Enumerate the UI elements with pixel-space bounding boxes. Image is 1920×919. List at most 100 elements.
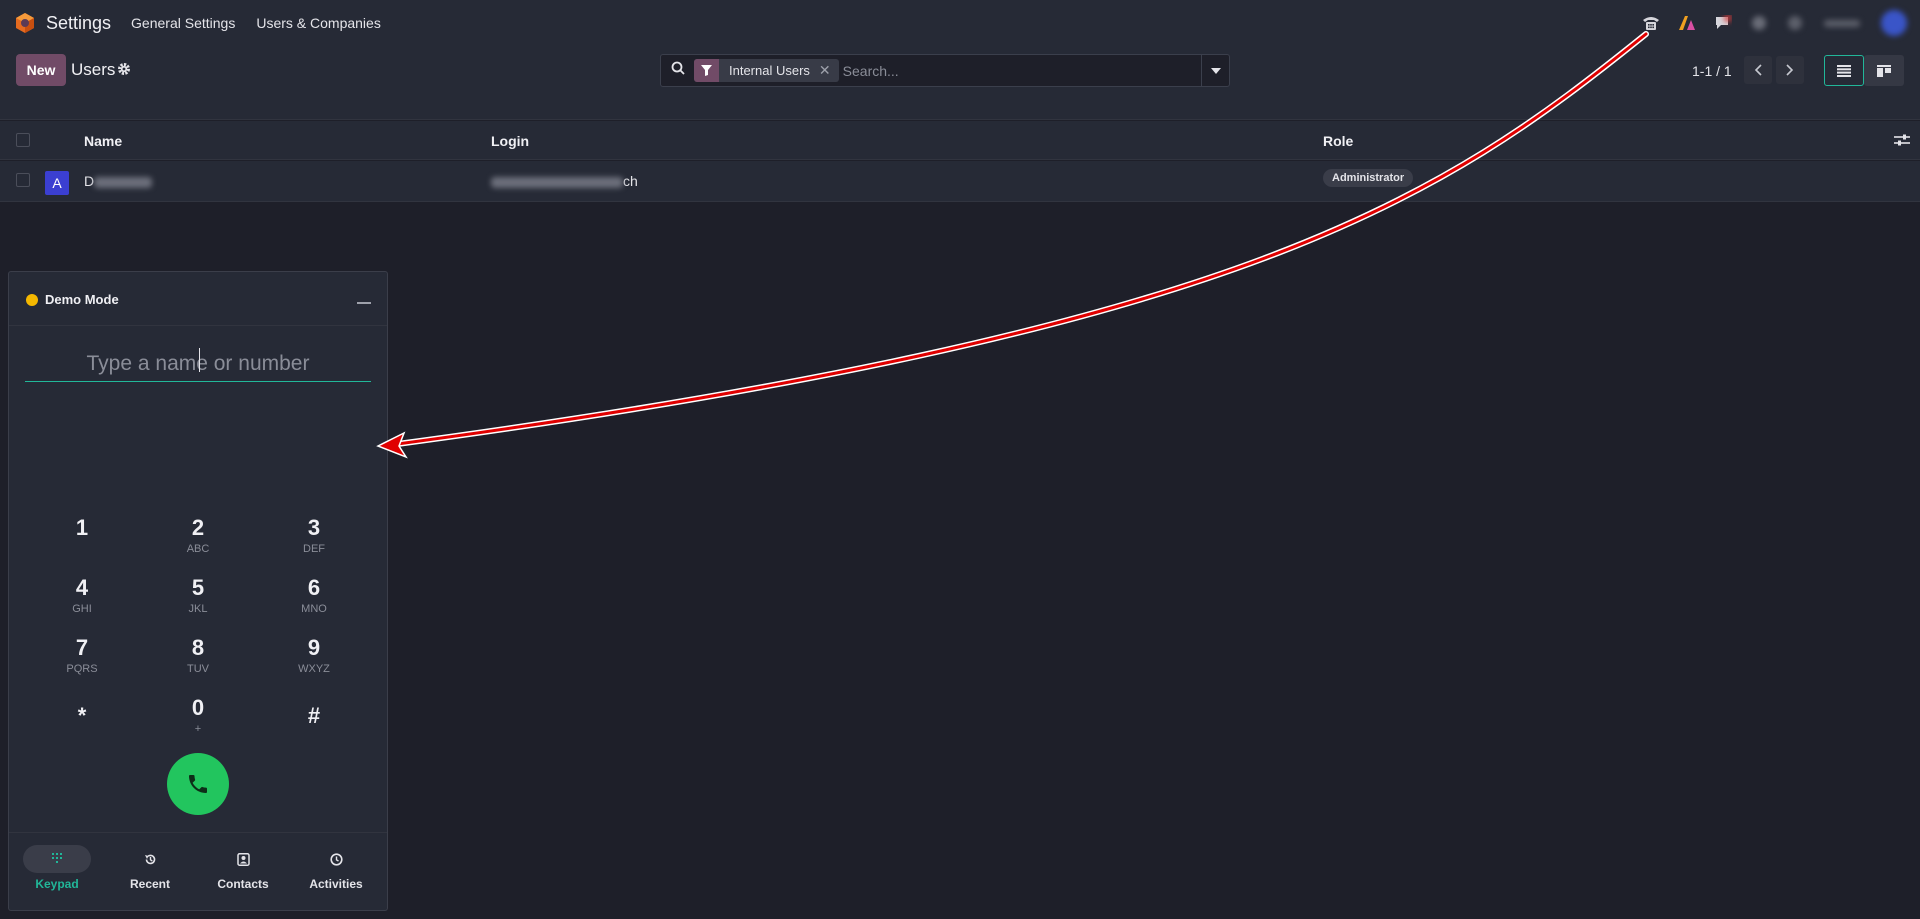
search-bar: Internal Users ✕	[660, 54, 1230, 87]
softphone-title: Demo Mode	[45, 292, 119, 307]
app-brand[interactable]: Settings	[14, 12, 111, 34]
pager-next-button[interactable]	[1776, 56, 1804, 84]
company-icon[interactable]	[1822, 15, 1862, 31]
minimize-icon[interactable]	[357, 302, 371, 304]
select-all-checkbox[interactable]	[16, 133, 30, 147]
keypad-key-4[interactable]: 4 GHI	[42, 575, 122, 623]
kanban-view-icon	[1877, 64, 1891, 77]
table-row[interactable]: A D ch Administrator	[0, 161, 1920, 202]
user-name-cell[interactable]: D	[84, 173, 153, 189]
column-name[interactable]: Name	[84, 133, 122, 149]
key-digit: 1	[75, 515, 89, 540]
phone-number-input[interactable]	[25, 346, 371, 382]
key-digit: 5	[191, 575, 205, 600]
keypad-key-star[interactable]: *	[42, 703, 122, 751]
keypad-key-3[interactable]: 3 DEF	[274, 515, 354, 563]
list-header: Name Login Role	[0, 121, 1920, 160]
tab-label: Keypad	[35, 877, 79, 891]
status-dot-icon	[26, 294, 38, 306]
key-letters: +	[194, 723, 202, 735]
pager-value[interactable]: 1-1 / 1	[1692, 63, 1732, 79]
search-input[interactable]	[842, 62, 1201, 79]
search-icon	[671, 61, 685, 80]
key-letters: GHI	[72, 603, 92, 615]
close-icon[interactable]: ✕	[819, 62, 831, 79]
caret-down-icon	[1210, 67, 1221, 74]
facet-label: Internal Users	[729, 63, 810, 78]
user-name-visible: D	[84, 173, 95, 189]
pager-previous-button[interactable]	[1744, 56, 1772, 84]
systray	[1642, 0, 1920, 46]
keypad-key-2[interactable]: 2 ABC	[158, 515, 238, 563]
user-avatar[interactable]	[1880, 9, 1908, 37]
softphone-panel: Demo Mode 1 2 ABC 3 DEF 4 GHI 5 JKL 6 MN…	[8, 271, 388, 911]
keypad-key-7[interactable]: 7 PQRS	[42, 635, 122, 683]
chevron-left-icon	[1754, 64, 1762, 76]
menu-users-companies[interactable]: Users & Companies	[256, 15, 381, 31]
keypad-key-8[interactable]: 8 TUV	[158, 635, 238, 683]
kanban-view-button[interactable]	[1864, 55, 1904, 86]
top-navbar: Settings General Settings Users & Compan…	[0, 0, 1920, 46]
keypad-icon	[52, 853, 62, 863]
tab-keypad[interactable]: Keypad	[23, 845, 91, 891]
contacts-icon	[236, 852, 250, 866]
row-checkbox[interactable]	[16, 173, 30, 187]
tab-contacts[interactable]: Contacts	[209, 845, 277, 891]
key-letters: TUV	[187, 663, 209, 675]
optional-columns-icon[interactable]	[1894, 133, 1910, 152]
keypad-key-9[interactable]: 9 WXYZ	[274, 635, 354, 683]
redacted-text	[94, 176, 153, 188]
odoo-settings-logo-icon	[16, 13, 34, 33]
key-digit: 7	[75, 635, 89, 660]
clock-icon[interactable]	[1786, 15, 1804, 31]
clock-icon	[329, 852, 343, 866]
key-digit: 8	[191, 635, 205, 660]
user-login-cell[interactable]: ch	[491, 173, 638, 189]
key-letters: WXYZ	[298, 663, 330, 675]
activity-icon[interactable]	[1750, 15, 1768, 31]
key-letters: JKL	[188, 603, 208, 615]
column-role[interactable]: Role	[1323, 133, 1353, 149]
call-button[interactable]	[167, 753, 229, 815]
key-digit: #	[307, 703, 321, 728]
key-letters: DEF	[303, 543, 325, 555]
tab-activities[interactable]: Activities	[302, 845, 370, 891]
gear-icon[interactable]	[117, 62, 131, 81]
softphone-tabs: Keypad Recent Contacts Activities	[9, 832, 387, 912]
ai-icon[interactable]	[1678, 15, 1696, 31]
softphone-header[interactable]: Demo Mode	[9, 272, 387, 326]
keypad-key-5[interactable]: 5 JKL	[158, 575, 238, 623]
key-digit: 2	[191, 515, 205, 540]
keypad-key-6[interactable]: 6 MNO	[274, 575, 354, 623]
key-letters: PQRS	[66, 663, 98, 675]
tab-label: Contacts	[217, 877, 269, 891]
control-panel: New Users Internal Users ✕ 1-1 / 1	[0, 46, 1920, 120]
menu-general-settings[interactable]: General Settings	[131, 15, 235, 31]
role-badge: Administrator	[1323, 169, 1414, 187]
chat-icon[interactable]	[1714, 15, 1732, 31]
key-digit: 9	[307, 635, 321, 660]
key-digit: *	[77, 703, 87, 728]
search-options-toggle[interactable]	[1201, 55, 1229, 86]
keypad-key-0[interactable]: 0 +	[158, 695, 238, 743]
new-button[interactable]: New	[16, 54, 66, 86]
keypad-key-hash[interactable]: #	[274, 703, 354, 751]
redacted-text	[491, 176, 623, 188]
key-digit: 4	[75, 575, 89, 600]
key-digit: 6	[307, 575, 321, 600]
key-digit: 0	[191, 695, 205, 720]
tab-recent[interactable]: Recent	[116, 845, 184, 891]
list-view-icon	[1837, 64, 1851, 77]
key-letters: MNO	[301, 603, 327, 615]
keypad-key-1[interactable]: 1	[42, 515, 122, 563]
list-view-button[interactable]	[1824, 55, 1864, 86]
filter-icon	[694, 59, 719, 82]
phone-icon[interactable]	[1642, 15, 1660, 31]
key-letters: ABC	[186, 543, 210, 555]
app-name[interactable]: Settings	[46, 13, 111, 34]
avatar: A	[45, 171, 69, 195]
user-login-visible: ch	[623, 173, 638, 189]
column-login[interactable]: Login	[491, 133, 529, 149]
tab-label: Activities	[309, 877, 363, 891]
search-facet: Internal Users ✕	[694, 59, 839, 82]
